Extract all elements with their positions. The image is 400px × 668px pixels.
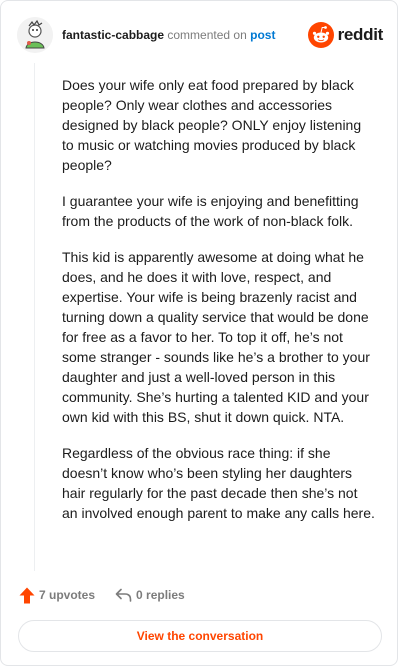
avatar-illustration-icon (17, 17, 53, 53)
reply-arrow-icon (115, 588, 132, 602)
comment-paragraph: Does your wife only eat food prepared by… (62, 77, 362, 173)
reddit-brand[interactable]: reddit (307, 22, 384, 48)
comment-paragraph: This kid is apparently awesome at doing … (62, 249, 370, 425)
user-avatar[interactable] (17, 17, 53, 53)
comment-paragraph: Regardless of the obvious race thing: if… (62, 445, 375, 521)
upvote-button[interactable]: 7 upvotes (19, 587, 95, 604)
brand-wordmark: reddit (337, 25, 384, 44)
upvote-arrow-icon (19, 587, 35, 603)
reply-count: 0 replies (136, 588, 185, 602)
comment-body: Does your wife only eat food prepared by… (62, 75, 376, 539)
comment-header: fantastic-cabbage commented on post redd… (17, 15, 383, 55)
byline: fantastic-cabbage commented on post (62, 28, 275, 42)
reply-button[interactable]: 0 replies (115, 588, 185, 602)
post-link[interactable]: post (250, 28, 275, 42)
view-conversation-button[interactable]: View the conversation (18, 620, 382, 652)
comment-actions: 7 upvotes 0 replies (19, 585, 185, 605)
upvote-count: 7 upvotes (39, 588, 96, 602)
reddit-snoo-icon (307, 22, 334, 48)
action-text: commented on (167, 28, 247, 42)
username-link[interactable]: fantastic-cabbage (62, 28, 164, 42)
comment-paragraph: I guarantee your wife is enjoying and be… (62, 193, 359, 229)
thread-line (34, 63, 35, 571)
embedded-comment-card: fantastic-cabbage commented on post redd… (0, 0, 398, 666)
